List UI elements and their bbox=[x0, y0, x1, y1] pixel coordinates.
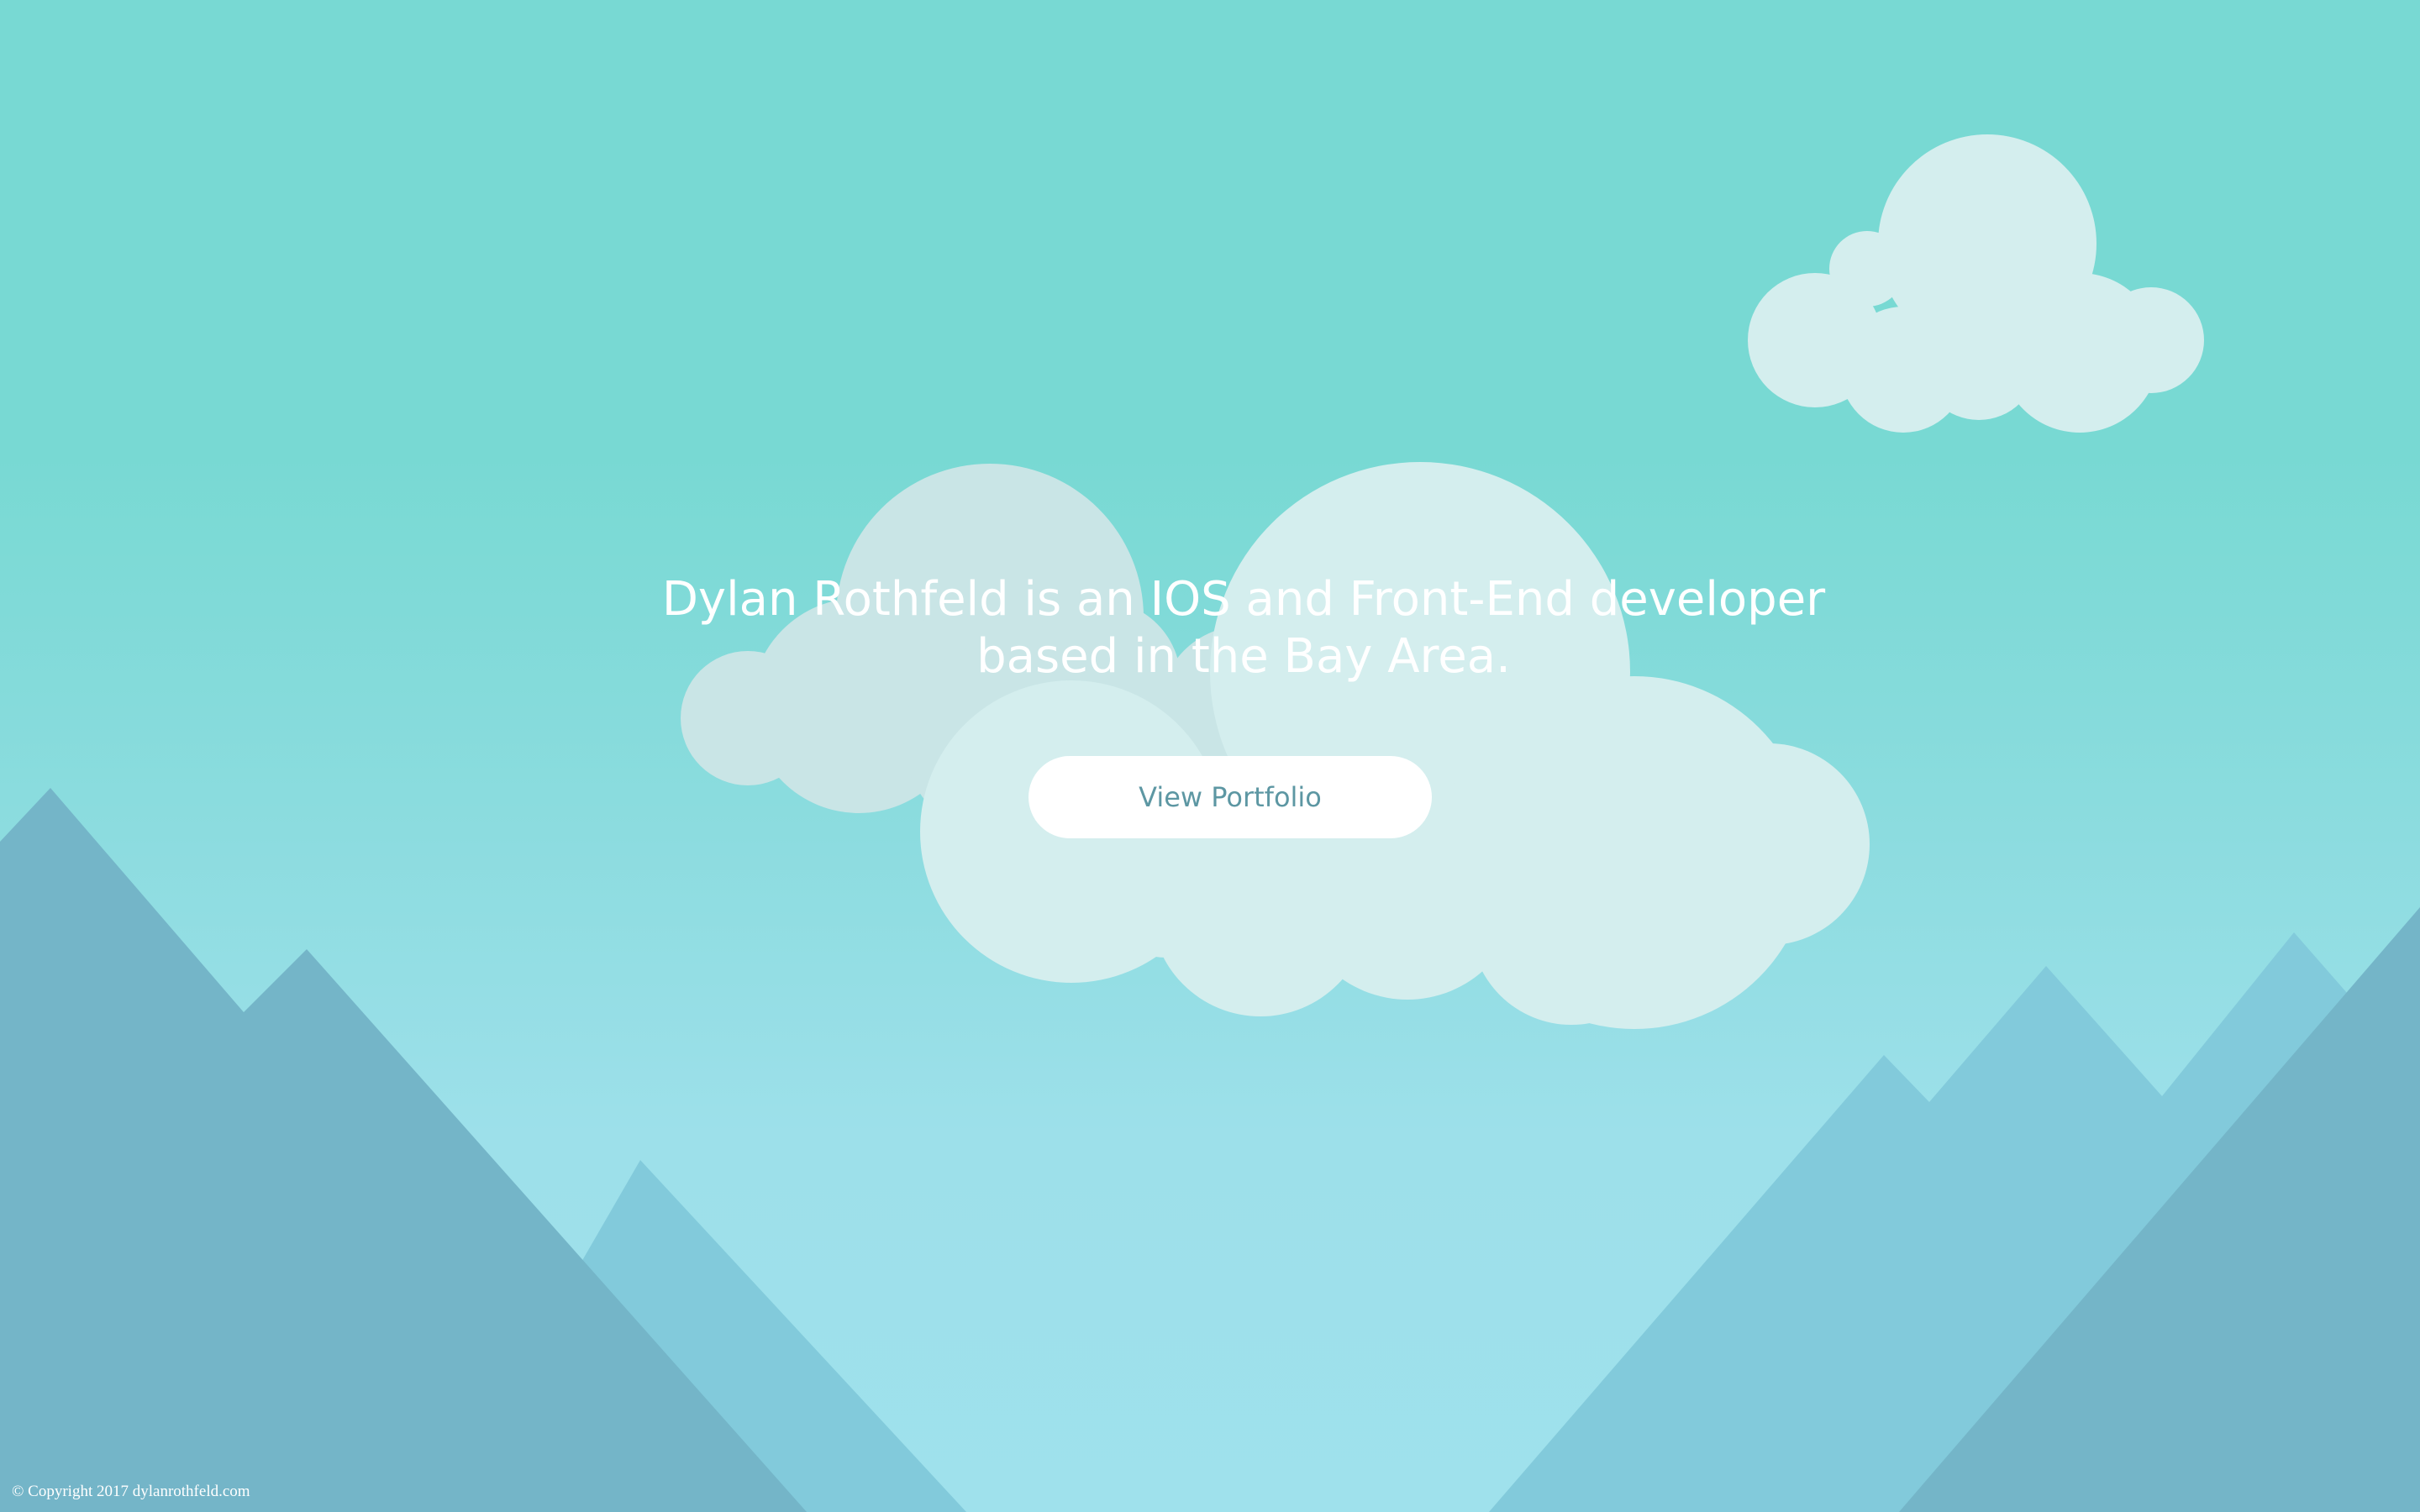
mountain-front-left bbox=[0, 788, 807, 1512]
top-right-cloud bbox=[1748, 134, 2204, 433]
hero-headline: Dylan Rothfeld is an IOS and Front-End d… bbox=[661, 572, 1826, 684]
hero-section: Dylan Rothfeld is an IOS and Front-End d… bbox=[639, 571, 1849, 685]
footer-copyright: © Copyright 2017 dylanrothfeld.com bbox=[12, 1483, 250, 1500]
view-portfolio-button[interactable]: View Portfolio bbox=[1028, 756, 1432, 838]
